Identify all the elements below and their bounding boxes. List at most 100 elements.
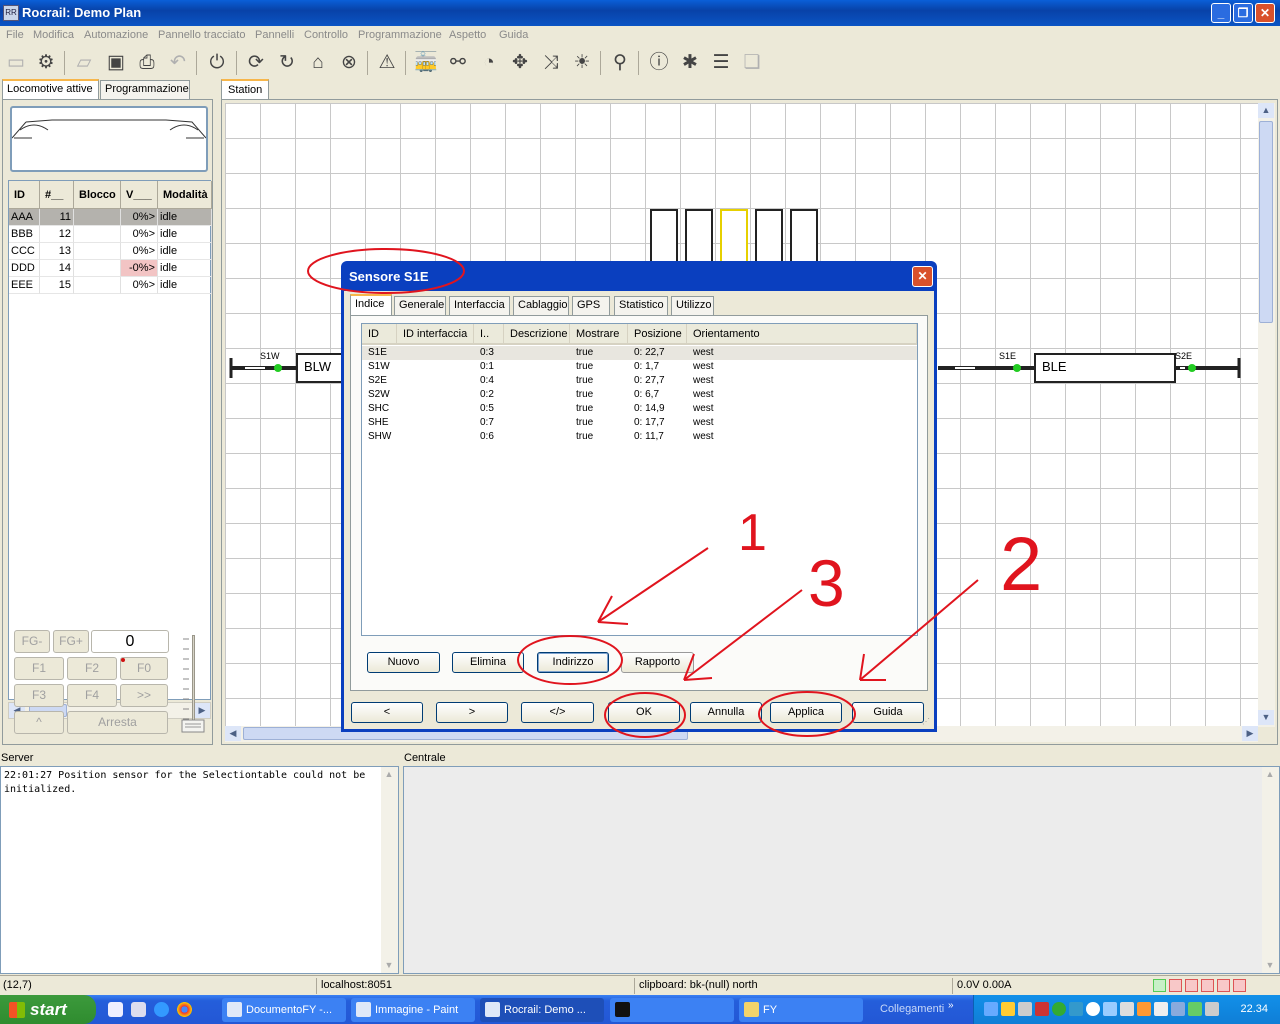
menu-pannello-tracciato[interactable]: Pannello tracciato bbox=[158, 29, 245, 41]
chevron-icon[interactable]: » bbox=[948, 1000, 954, 1011]
menu-automazione[interactable]: Automazione bbox=[84, 29, 148, 41]
fg-minus-button[interactable]: FG- bbox=[14, 630, 50, 653]
print-icon[interactable]: ⎙ bbox=[134, 50, 160, 76]
scroll-up-icon[interactable]: ▲ bbox=[1262, 767, 1278, 782]
server-log[interactable]: 22:01:27 Position sensor for the Selecti… bbox=[0, 766, 399, 974]
task-cmd[interactable] bbox=[610, 998, 734, 1022]
table-row[interactable]: SHE 0:7 true 0: 17,7 west bbox=[362, 416, 917, 430]
f1-button[interactable]: F1 bbox=[14, 657, 64, 680]
tab-utilizzo[interactable]: Utilizzo bbox=[671, 296, 714, 315]
scroll-thumb[interactable] bbox=[1259, 121, 1273, 323]
table-row[interactable]: AAA 11 0%> idle bbox=[9, 209, 212, 226]
tab-indice[interactable]: Indice bbox=[350, 294, 392, 316]
turntable-icon[interactable]: ✥ bbox=[507, 50, 533, 76]
tab-cablaggio[interactable]: Cablaggio bbox=[513, 296, 569, 315]
info-icon[interactable]: ⓘ bbox=[646, 50, 672, 76]
report-button[interactable]: Rapporto bbox=[621, 652, 694, 673]
col-description[interactable]: Descrizione bbox=[504, 324, 570, 345]
col-num[interactable]: #__ bbox=[40, 181, 74, 209]
light-icon[interactable]: ☀ bbox=[569, 50, 595, 76]
f0-button[interactable]: F0 bbox=[120, 657, 168, 680]
sync-icon[interactable]: ⟳ bbox=[243, 50, 269, 76]
stop-button[interactable]: Arresta bbox=[67, 711, 168, 734]
scroll-left-icon[interactable]: ◀ bbox=[225, 726, 241, 741]
speedometer-icon[interactable]: ◔ bbox=[476, 50, 502, 76]
warning-icon[interactable]: ⚠ bbox=[374, 50, 400, 76]
table-row[interactable]: DDD 14 -0%> idle bbox=[9, 260, 212, 277]
save-icon[interactable]: ▣ bbox=[103, 50, 129, 76]
maximize-button[interactable]: ❐ bbox=[1233, 3, 1253, 23]
quicklaunch-ie-icon[interactable] bbox=[154, 1002, 169, 1017]
fg-plus-button[interactable]: FG+ bbox=[53, 630, 89, 653]
train-icon[interactable]: 🚋 bbox=[413, 50, 439, 76]
col-id[interactable]: ID bbox=[9, 181, 40, 209]
sensor-label-s1w[interactable]: S1W bbox=[260, 351, 280, 361]
menu-controllo[interactable]: Controllo bbox=[304, 29, 348, 41]
col-v[interactable]: V___ bbox=[121, 181, 158, 209]
resize-grip-icon[interactable]: ⋰ bbox=[922, 717, 932, 727]
quicklaunch-desktop-icon[interactable] bbox=[131, 1002, 146, 1017]
table-row[interactable]: S1E 0:3 true 0: 22,7 west bbox=[362, 346, 917, 360]
minimize-button[interactable]: _ bbox=[1211, 3, 1231, 23]
apply-button[interactable]: Applica bbox=[770, 702, 842, 723]
track-vertical-scrollbar[interactable]: ▲ ▼ bbox=[1258, 103, 1275, 727]
centrale-vertical-scrollbar[interactable]: ▲ ▼ bbox=[1262, 767, 1279, 973]
sensor-label-s2e[interactable]: S2E bbox=[1175, 351, 1192, 361]
tray-icon[interactable] bbox=[1103, 1002, 1117, 1016]
shuffle-icon[interactable]: ⤨ bbox=[538, 50, 564, 76]
routes-icon[interactable]: ⚯ bbox=[445, 50, 471, 76]
close-button[interactable]: ✕ bbox=[1255, 3, 1275, 23]
col-modalita[interactable]: Modalità bbox=[158, 181, 212, 209]
start-button[interactable]: start bbox=[0, 995, 96, 1024]
tray-icon[interactable] bbox=[1035, 1002, 1049, 1016]
f2-button[interactable]: F2 bbox=[67, 657, 117, 680]
tab-statistico[interactable]: Statistico bbox=[614, 296, 668, 315]
table-row[interactable]: S1W 0:1 true 0: 1,7 west bbox=[362, 360, 917, 374]
menu-pannelli[interactable]: Pannelli bbox=[255, 29, 294, 41]
table-row[interactable]: S2E 0:4 true 0: 27,7 west bbox=[362, 374, 917, 388]
quicklaunch-media-icon[interactable] bbox=[108, 1002, 123, 1017]
col-address[interactable]: I.. bbox=[474, 324, 504, 345]
reset-icon[interactable]: ↻ bbox=[274, 50, 300, 76]
tray-icon[interactable] bbox=[1069, 1002, 1083, 1016]
task-rocrail[interactable]: Rocrail: Demo ... bbox=[480, 998, 604, 1022]
block-label-blw[interactable]: BLW bbox=[304, 359, 331, 374]
cancel-button[interactable]: Annulla bbox=[690, 702, 762, 723]
menu-file[interactable]: File bbox=[6, 29, 24, 41]
menu-aspetto[interactable]: Aspetto bbox=[449, 29, 486, 41]
search-icon[interactable]: ⚲ bbox=[607, 50, 633, 76]
delete-button[interactable]: Elimina bbox=[452, 652, 524, 673]
f4-button[interactable]: F4 bbox=[67, 684, 117, 707]
tray-shield-icon[interactable] bbox=[1001, 1002, 1015, 1016]
table-row[interactable]: CCC 13 0%> idle bbox=[9, 243, 212, 260]
pages-icon[interactable]: ❏ bbox=[739, 50, 765, 76]
tray-icon[interactable] bbox=[1188, 1002, 1202, 1016]
new-button[interactable]: Nuovo bbox=[367, 652, 440, 673]
scroll-right-icon[interactable]: ▶ bbox=[1242, 726, 1258, 741]
task-paint[interactable]: Immagine - Paint bbox=[351, 998, 475, 1022]
col-position[interactable]: Posizione bbox=[628, 324, 687, 345]
speed-slider[interactable] bbox=[181, 635, 205, 735]
scroll-down-icon[interactable]: ▼ bbox=[1262, 958, 1278, 973]
xml-button[interactable]: </> bbox=[521, 702, 594, 723]
task-documentofy[interactable]: DocumentoFY -... bbox=[222, 998, 346, 1022]
table-row[interactable]: SHW 0:6 true 0: 11,7 west bbox=[362, 430, 917, 444]
document-icon[interactable]: ☰ bbox=[708, 50, 734, 76]
tray-icon[interactable] bbox=[1086, 1002, 1100, 1016]
col-show[interactable]: Mostrare bbox=[570, 324, 628, 345]
scroll-up-icon[interactable]: ▲ bbox=[1258, 103, 1274, 118]
block-label-ble[interactable]: BLE bbox=[1042, 359, 1067, 374]
table-row[interactable]: S2W 0:2 true 0: 6,7 west bbox=[362, 388, 917, 402]
help-button[interactable]: Guida bbox=[852, 702, 924, 723]
scroll-up-icon[interactable]: ▲ bbox=[381, 767, 397, 782]
task-fy-folder[interactable]: FY bbox=[739, 998, 863, 1022]
power-icon[interactable]: ⏻ bbox=[204, 50, 230, 76]
connect-icon[interactable]: ▭ bbox=[3, 50, 29, 76]
server-vertical-scrollbar[interactable]: ▲ ▼ bbox=[381, 767, 398, 973]
table-row[interactable]: BBB 12 0%> idle bbox=[9, 226, 212, 243]
next-button[interactable]: > bbox=[436, 702, 508, 723]
ok-button[interactable]: OK bbox=[608, 702, 680, 723]
quicklaunch-chrome-icon[interactable] bbox=[177, 1002, 192, 1017]
centrale-log[interactable]: ▲ ▼ bbox=[403, 766, 1280, 974]
col-interface-id[interactable]: ID interfaccia bbox=[397, 324, 474, 345]
